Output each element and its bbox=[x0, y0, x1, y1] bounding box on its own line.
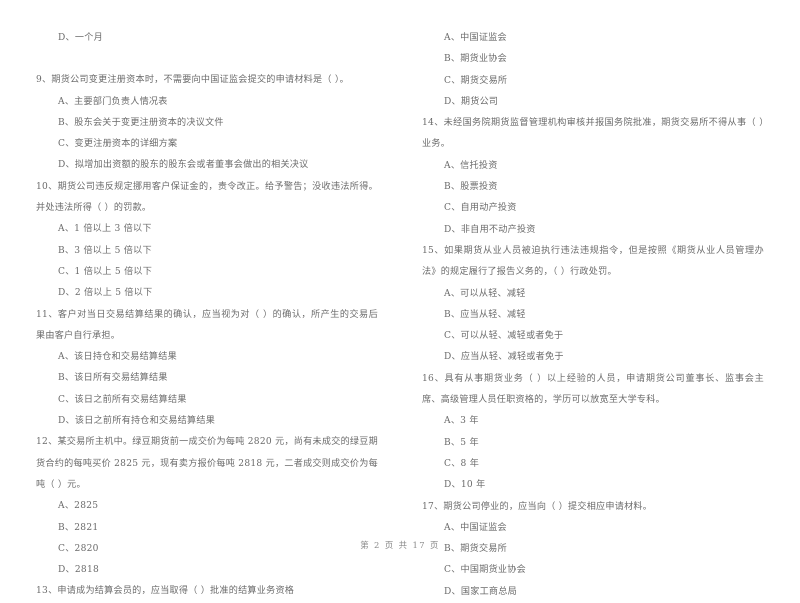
question-stem: 13、申请成为结算会员的，应当取得（ ）批准的结算业务资格 bbox=[36, 586, 295, 597]
question-14: 14、未经国务院期货监督管理机构审核并报国务院批准，期货交易所不得从事（ ）业务… bbox=[422, 113, 764, 241]
option-b: B、该日所有交易结算结果 bbox=[58, 373, 168, 384]
option-d: D、国家工商总局 bbox=[444, 586, 517, 597]
option-d: D、2818 bbox=[58, 565, 100, 576]
option-c: C、8 年 bbox=[444, 458, 480, 469]
question-stem: 16、具有从事期货业务（ ）以上经验的人员，申请期货公司董事长、监事会主席、高级… bbox=[422, 373, 764, 406]
option-a: A、可以从轻、减轻 bbox=[444, 288, 526, 299]
option-a: A、1 倍以上 3 倍以下 bbox=[58, 224, 152, 235]
page-footer: 第 2 页 共 17 页 bbox=[360, 540, 440, 550]
two-column-layout: D、一个月 9、期货公司变更注册资本时，不需要向中国证监会提交的申请材料是（ ）… bbox=[36, 28, 764, 597]
question-stem: 15、如果期货从业人员被迫执行违法违规指令，但是按照《期货从业人员管理办法》的规… bbox=[422, 245, 764, 278]
question-stem: 17、期货公司停业的，应当向（ ）提交相应申请材料。 bbox=[422, 501, 653, 512]
option-b: B、期货业协会 bbox=[444, 54, 507, 65]
question-stem: 9、期货公司变更注册资本时，不需要向中国证监会提交的申请材料是（ ）。 bbox=[36, 75, 349, 86]
option-a: A、该日持仓和交易结算结果 bbox=[58, 352, 177, 363]
option-c: C、期货交易所 bbox=[444, 75, 508, 86]
option-d: D、2 倍以上 5 倍以下 bbox=[58, 288, 153, 299]
option-c: C、中国期货业协会 bbox=[444, 565, 526, 576]
question-stem: 10、期货公司违反规定挪用客户保证金的，责令改正。给予警告；没收违法所得。并处违… bbox=[36, 181, 378, 214]
option-a: A、2825 bbox=[58, 501, 99, 512]
option-d: D、应当从轻、减轻或者免于 bbox=[444, 352, 564, 363]
orphan-option-block: D、一个月 bbox=[36, 28, 378, 49]
question-13: 13、申请成为结算会员的，应当取得（ ）批准的结算业务资格 bbox=[36, 581, 378, 602]
option-d: D、拟增加出资额的股东的股东会或者董事会做出的相关决议 bbox=[58, 160, 309, 171]
option-b: B、2821 bbox=[58, 522, 99, 533]
question-stem: 14、未经国务院期货监督管理机构审核并报国务院批准，期货交易所不得从事（ ）业务… bbox=[422, 118, 764, 150]
orphan-options-block: A、中国证监会 B、期货业协会 C、期货交易所 D、期货公司 bbox=[422, 28, 764, 113]
question-11: 11、客户对当日交易结算结果的确认，应当视为对（ ）的确认，所产生的交易后果由客… bbox=[36, 305, 378, 433]
question-12: 12、某交易所主机中。绿豆期货前一成交价为每吨 2820 元，尚有未成交的绿豆期… bbox=[36, 432, 378, 581]
exam-page: D、一个月 9、期货公司变更注册资本时，不需要向中国证监会提交的申请材料是（ ）… bbox=[0, 0, 800, 597]
question-10: 10、期货公司违反规定挪用客户保证金的，责令改正。给予警告；没收违法所得。并处违… bbox=[36, 177, 378, 305]
option-d: D、该日之前所有持仓和交易结算结果 bbox=[58, 416, 216, 427]
option-b: B、5 年 bbox=[444, 437, 479, 448]
option-b: B、股东会关于变更注册资本的决议文件 bbox=[58, 117, 224, 128]
option-c: C、该日之前所有交易结算结果 bbox=[58, 394, 187, 405]
option-c: C、可以从轻、减轻或者免于 bbox=[444, 331, 564, 342]
option-a: A、3 年 bbox=[444, 416, 479, 427]
option-b: B、股票投资 bbox=[444, 182, 498, 193]
option-b: B、应当从轻、减轻 bbox=[444, 309, 526, 320]
option-d: D、10 年 bbox=[444, 480, 486, 491]
question-stem: 12、某交易所主机中。绿豆期货前一成交价为每吨 2820 元，尚有未成交的绿豆期… bbox=[36, 437, 378, 490]
option-d: D、期货公司 bbox=[444, 96, 499, 107]
option-line: D、一个月 bbox=[58, 33, 103, 43]
option-a: A、主要部门负责人情况表 bbox=[58, 96, 168, 107]
option-c: C、1 倍以上 5 倍以下 bbox=[58, 266, 153, 277]
question-15: 15、如果期货从业人员被迫执行违法违规指令，但是按照《期货从业人员管理办法》的规… bbox=[422, 241, 764, 369]
question-stem: 11、客户对当日交易结算结果的确认，应当视为对（ ）的确认，所产生的交易后果由客… bbox=[36, 309, 378, 341]
option-c: C、变更注册资本的详细方案 bbox=[58, 139, 178, 150]
question-9: 9、期货公司变更注册资本时，不需要向中国证监会提交的申请材料是（ ）。 A、主要… bbox=[36, 70, 378, 176]
option-d: D、非自用不动产投资 bbox=[444, 224, 536, 235]
option-a: A、中国证监会 bbox=[444, 522, 507, 533]
option-a: A、中国证监会 bbox=[444, 33, 507, 43]
option-b: B、3 倍以上 5 倍以下 bbox=[58, 245, 152, 256]
option-c: C、自用动产投资 bbox=[444, 203, 517, 214]
right-column: A、中国证监会 B、期货业协会 C、期货交易所 D、期货公司 14、未经国务院期… bbox=[400, 28, 764, 603]
left-column: D、一个月 9、期货公司变更注册资本时，不需要向中国证监会提交的申请材料是（ ）… bbox=[36, 28, 400, 603]
option-a: A、信托投资 bbox=[444, 160, 498, 171]
question-16: 16、具有从事期货业务（ ）以上经验的人员，申请期货公司董事长、监事会主席、高级… bbox=[422, 369, 764, 497]
